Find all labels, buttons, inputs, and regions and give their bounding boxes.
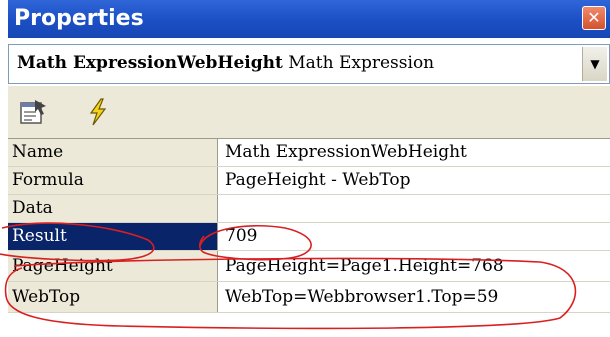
- property-value[interactable]: PageHeight=Page1.Height=768: [221, 251, 504, 281]
- property-row[interactable]: Formula PageHeight - WebTop: [8, 167, 610, 195]
- property-name: Data: [8, 195, 218, 222]
- property-row-selected[interactable]: Result 709: [8, 223, 610, 251]
- property-row[interactable]: Data: [8, 195, 610, 223]
- property-row[interactable]: PageHeight PageHeight=Page1.Height=768: [8, 251, 610, 282]
- property-grid: Name Math ExpressionWebHeight Formula Pa…: [8, 138, 610, 313]
- property-value[interactable]: [221, 195, 225, 222]
- property-name: Name: [8, 139, 218, 166]
- object-name: Math ExpressionWebHeight: [17, 53, 283, 73]
- properties-window: Properties ✕ Math ExpressionWebHeight Ma…: [8, 0, 610, 337]
- properties-toolbar: [8, 86, 610, 138]
- object-type: Math Expression: [288, 53, 435, 73]
- object-selector-dropdown[interactable]: Math ExpressionWebHeight Math Expression…: [8, 44, 610, 84]
- dropdown-button[interactable]: ▼: [582, 47, 607, 81]
- property-name: Result: [8, 223, 218, 250]
- property-row[interactable]: Name Math ExpressionWebHeight: [8, 139, 610, 167]
- property-value[interactable]: PageHeight - WebTop: [221, 167, 410, 194]
- property-row[interactable]: WebTop WebTop=Webbrowser1.Top=59: [8, 282, 610, 313]
- close-icon: ✕: [587, 8, 601, 27]
- window-title: Properties: [14, 6, 144, 31]
- property-value[interactable]: WebTop=Webbrowser1.Top=59: [221, 282, 498, 312]
- chevron-down-icon: ▼: [590, 57, 600, 71]
- title-bar: Properties ✕: [8, 0, 610, 38]
- events-lightning-icon[interactable]: [82, 96, 114, 128]
- property-name: WebTop: [8, 282, 218, 312]
- property-pages-icon[interactable]: [18, 96, 50, 128]
- property-name: Formula: [8, 167, 218, 194]
- property-name: PageHeight: [8, 251, 218, 281]
- property-value[interactable]: Math ExpressionWebHeight: [221, 139, 467, 166]
- property-value[interactable]: 709: [221, 223, 257, 250]
- close-button[interactable]: ✕: [582, 6, 606, 30]
